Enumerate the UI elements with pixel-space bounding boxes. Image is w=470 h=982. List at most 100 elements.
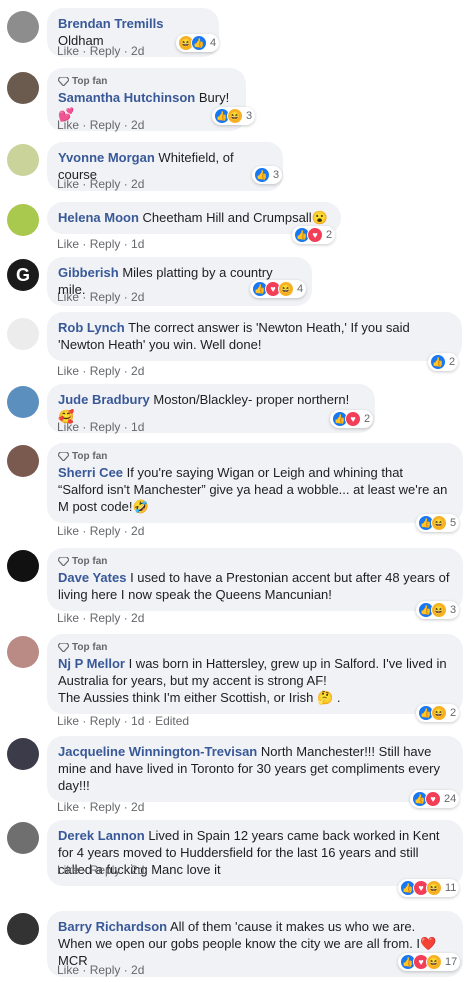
timestamp[interactable]: 2d xyxy=(131,524,144,538)
comment-text: Moston/Blackley- proper northern! xyxy=(153,392,350,407)
like-link[interactable]: Like xyxy=(57,118,79,132)
like-link[interactable]: Like xyxy=(57,863,79,877)
timestamp[interactable]: 2d xyxy=(131,800,144,814)
avatar[interactable] xyxy=(7,913,39,945)
comment-bubble: Top fan Sherri Cee If you're saying Wigan… xyxy=(47,443,463,523)
like-link[interactable]: Like xyxy=(57,524,79,538)
top-fan-badge: Top fan xyxy=(58,75,235,88)
reaction-summary[interactable]: 👍 😆 3 xyxy=(416,601,460,619)
avatar[interactable] xyxy=(7,738,39,770)
like-link[interactable]: Like xyxy=(57,44,79,58)
avatar[interactable] xyxy=(7,72,39,104)
commenter-name[interactable]: Dave Yates xyxy=(58,570,126,585)
commenter-name[interactable]: Gibberish xyxy=(58,265,119,280)
commenter-name[interactable]: Yvonne Morgan xyxy=(58,150,155,165)
avatar[interactable] xyxy=(7,318,39,350)
comment-bubble: Top fan Nj P Mellor I was born in Hatters… xyxy=(47,634,463,714)
love-reaction-icon: ♥ xyxy=(307,227,323,243)
reaction-summary[interactable]: 👍 ♥ 😆 11 xyxy=(398,879,460,897)
reaction-summary[interactable]: 👍 2 xyxy=(428,353,459,371)
timestamp[interactable]: 1d xyxy=(131,237,144,251)
reply-link[interactable]: Reply xyxy=(90,800,121,814)
comment-emoji: 😮 xyxy=(311,210,328,225)
avatar[interactable] xyxy=(7,204,39,236)
like-reaction-icon: 👍 xyxy=(191,35,207,51)
avatar[interactable] xyxy=(7,386,39,418)
comment-actions: Like · Reply · 2d xyxy=(57,177,145,191)
avatar[interactable] xyxy=(7,636,39,668)
commenter-name[interactable]: Nj P Mellor xyxy=(58,656,125,671)
avatar[interactable]: G xyxy=(7,259,39,291)
reply-link[interactable]: Reply xyxy=(90,420,121,434)
reaction-summary[interactable]: 👍 ♥ 2 xyxy=(330,410,374,428)
reaction-summary[interactable]: 😆 👍 4 xyxy=(176,34,220,52)
reaction-count: 4 xyxy=(297,283,304,295)
reaction-count: 17 xyxy=(445,956,458,968)
like-link[interactable]: Like xyxy=(57,714,79,728)
comment-text: Bury! xyxy=(198,90,230,105)
love-reaction-icon: ♥ xyxy=(425,791,441,807)
reaction-summary[interactable]: 👍 3 xyxy=(252,166,283,184)
commenter-name[interactable]: Brendan Tremills xyxy=(58,16,163,31)
like-link[interactable]: Like xyxy=(57,237,79,251)
like-link[interactable]: Like xyxy=(57,420,79,434)
timestamp[interactable]: 2d xyxy=(131,44,144,58)
reply-link[interactable]: Reply xyxy=(90,611,121,625)
reply-link[interactable]: Reply xyxy=(90,524,121,538)
timestamp[interactable]: 1d xyxy=(131,420,144,434)
commenter-name[interactable]: Jude Bradbury xyxy=(58,392,150,407)
timestamp[interactable]: 2d xyxy=(131,963,144,977)
commenter-name[interactable]: Rob Lynch xyxy=(58,320,125,335)
timestamp[interactable]: 2d xyxy=(131,290,144,304)
reply-link[interactable]: Reply xyxy=(90,290,121,304)
avatar[interactable] xyxy=(7,550,39,582)
like-link[interactable]: Like xyxy=(57,364,79,378)
timestamp[interactable]: 1d xyxy=(131,714,144,728)
reaction-count: 4 xyxy=(210,37,217,49)
haha-reaction-icon: 😆 xyxy=(431,705,447,721)
avatar[interactable] xyxy=(7,144,39,176)
commenter-name[interactable]: Helena Moon xyxy=(58,210,139,225)
like-link[interactable]: Like xyxy=(57,177,79,191)
avatar[interactable] xyxy=(7,822,39,854)
reaction-summary[interactable]: 👍 ♥ 2 xyxy=(292,226,336,244)
comment-emoji: ❤️ xyxy=(420,936,437,951)
comment-actions: Like · Reply · 2d xyxy=(57,863,145,877)
reply-link[interactable]: Reply xyxy=(90,714,121,728)
timestamp[interactable]: 2d xyxy=(131,118,144,132)
like-link[interactable]: Like xyxy=(57,963,79,977)
reply-link[interactable]: Reply xyxy=(90,118,121,132)
like-link[interactable]: Like xyxy=(57,611,79,625)
reaction-summary[interactable]: 👍 😆 5 xyxy=(416,514,460,532)
reply-link[interactable]: Reply xyxy=(90,364,121,378)
reply-link[interactable]: Reply xyxy=(90,177,121,191)
commenter-name[interactable]: Sherri Cee xyxy=(58,465,123,480)
top-fan-badge: Top fan xyxy=(58,450,452,463)
timestamp[interactable]: 2d xyxy=(131,611,144,625)
reaction-summary[interactable]: 👍 ♥ 😆 4 xyxy=(250,280,307,298)
reaction-summary[interactable]: 👍 ♥ 😆 17 xyxy=(398,953,461,971)
reaction-count: 24 xyxy=(444,793,457,805)
commenter-name[interactable]: Barry Richardson xyxy=(58,919,167,934)
avatar[interactable] xyxy=(7,11,39,43)
reaction-count: 2 xyxy=(364,413,371,425)
timestamp[interactable]: 2d xyxy=(131,863,144,877)
like-link[interactable]: Like xyxy=(57,290,79,304)
comment-actions: Like · Reply · 1d · Edited xyxy=(57,714,190,728)
reply-link[interactable]: Reply xyxy=(90,44,121,58)
commenter-name[interactable]: Derek Lannon xyxy=(58,828,145,843)
timestamp[interactable]: 2d xyxy=(131,364,144,378)
reaction-summary[interactable]: 👍 😆 3 xyxy=(212,107,256,125)
reply-link[interactable]: Reply xyxy=(90,963,121,977)
reply-link[interactable]: Reply xyxy=(90,863,121,877)
reaction-summary[interactable]: 👍 😆 2 xyxy=(416,704,460,722)
reaction-count: 3 xyxy=(450,604,457,616)
comment-bubble: Top fan Dave Yates I used to have a Prest… xyxy=(47,548,463,611)
timestamp[interactable]: 2d xyxy=(131,177,144,191)
reply-link[interactable]: Reply xyxy=(90,237,121,251)
commenter-name[interactable]: Samantha Hutchinson xyxy=(58,90,195,105)
commenter-name[interactable]: Jacqueline Winnington-Trevisan xyxy=(58,744,257,759)
like-link[interactable]: Like xyxy=(57,800,79,814)
avatar[interactable] xyxy=(7,445,39,477)
reaction-summary[interactable]: 👍 ♥ 24 xyxy=(410,790,460,808)
